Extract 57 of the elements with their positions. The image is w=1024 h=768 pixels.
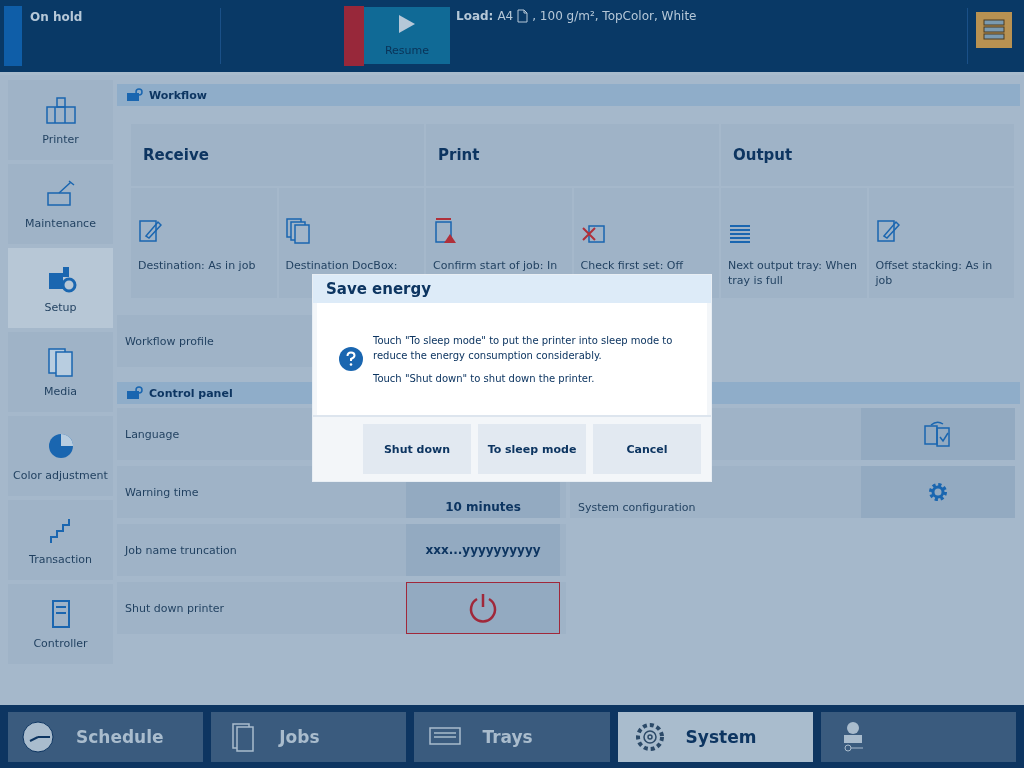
setting-label: Language [124, 426, 180, 443]
sheet-icon [517, 9, 529, 23]
sidebar-item[interactable]: Controller [8, 584, 113, 664]
dialog-title: Save energy [313, 275, 711, 303]
shut-down-button[interactable] [406, 582, 560, 634]
dialog-button[interactable]: Cancel [593, 424, 701, 474]
control-panel-icon [125, 386, 143, 400]
sidebar-item[interactable]: Maintenance [8, 164, 113, 244]
nav-tab[interactable]: System [617, 712, 813, 762]
nav-tab[interactable]: Schedule [8, 712, 204, 762]
dialog-button[interactable]: Shut down [363, 424, 471, 474]
printer-icon [44, 94, 77, 125]
edit-icon [875, 218, 900, 244]
media-details: , 100 g/m², TopColor, White [532, 9, 697, 23]
nav-tab[interactable]: Jobs [211, 712, 407, 762]
setting-label: Shut down printer [124, 600, 225, 617]
status-indicator [4, 6, 22, 66]
sidebar-item[interactable]: Media [8, 332, 113, 412]
document-check-icon [923, 420, 953, 448]
workflow-setting[interactable]: Destination: As in job [131, 188, 277, 298]
user-tab[interactable] [820, 712, 1016, 762]
setting-label: Warning time [124, 484, 199, 501]
dialog-button[interactable]: To sleep mode [478, 424, 586, 474]
setting-label: System configuration [577, 500, 696, 516]
section-title: Workflow [149, 88, 207, 102]
play-icon [398, 14, 416, 34]
sidebar-item[interactable]: Setup [8, 248, 113, 328]
document-warning-icon [433, 218, 457, 244]
documents-icon [285, 218, 310, 244]
dialog-message: Touch "Shut down" to shut down the printer. [373, 371, 596, 386]
section-title: Control panel [149, 386, 233, 400]
sidebar-item[interactable]: Printer [8, 80, 113, 160]
media-size: A4 [497, 9, 514, 23]
server-icon [981, 17, 1007, 43]
setting-label: Job name truncation [123, 542, 237, 559]
sidebar-item[interactable]: Color adjustment [8, 416, 113, 496]
settings-button[interactable] [861, 466, 1015, 518]
printer-status: On hold [30, 10, 84, 26]
alert-indicator [344, 6, 364, 66]
power-icon [467, 592, 499, 624]
setting-value[interactable]: xxx...yyyyyyyyyy [406, 524, 560, 576]
setting-label: Workflow profile [125, 334, 214, 348]
column-header: Print [426, 124, 719, 186]
edit-icon [138, 218, 162, 244]
sidebar-item[interactable]: Transaction [8, 500, 113, 580]
dialog-message: Touch "To sleep mode" to put the printer into sleep mode to reduce the energy consumption considerably. [373, 333, 673, 363]
document-check-button[interactable] [861, 408, 1015, 460]
workflow-setting[interactable]: Offset stacking: As in job [868, 188, 1014, 298]
load-label: Load: [456, 9, 494, 23]
question-icon [339, 347, 363, 371]
server-button[interactable] [976, 12, 1012, 48]
column-header: Output [721, 124, 1014, 186]
settings-icon [926, 480, 950, 504]
column-header: Receive [131, 124, 424, 186]
workflow-setting[interactable]: Next output tray: When tray is full [721, 188, 867, 298]
workflow-icon [125, 88, 143, 102]
nav-tab[interactable]: Trays [414, 712, 610, 762]
